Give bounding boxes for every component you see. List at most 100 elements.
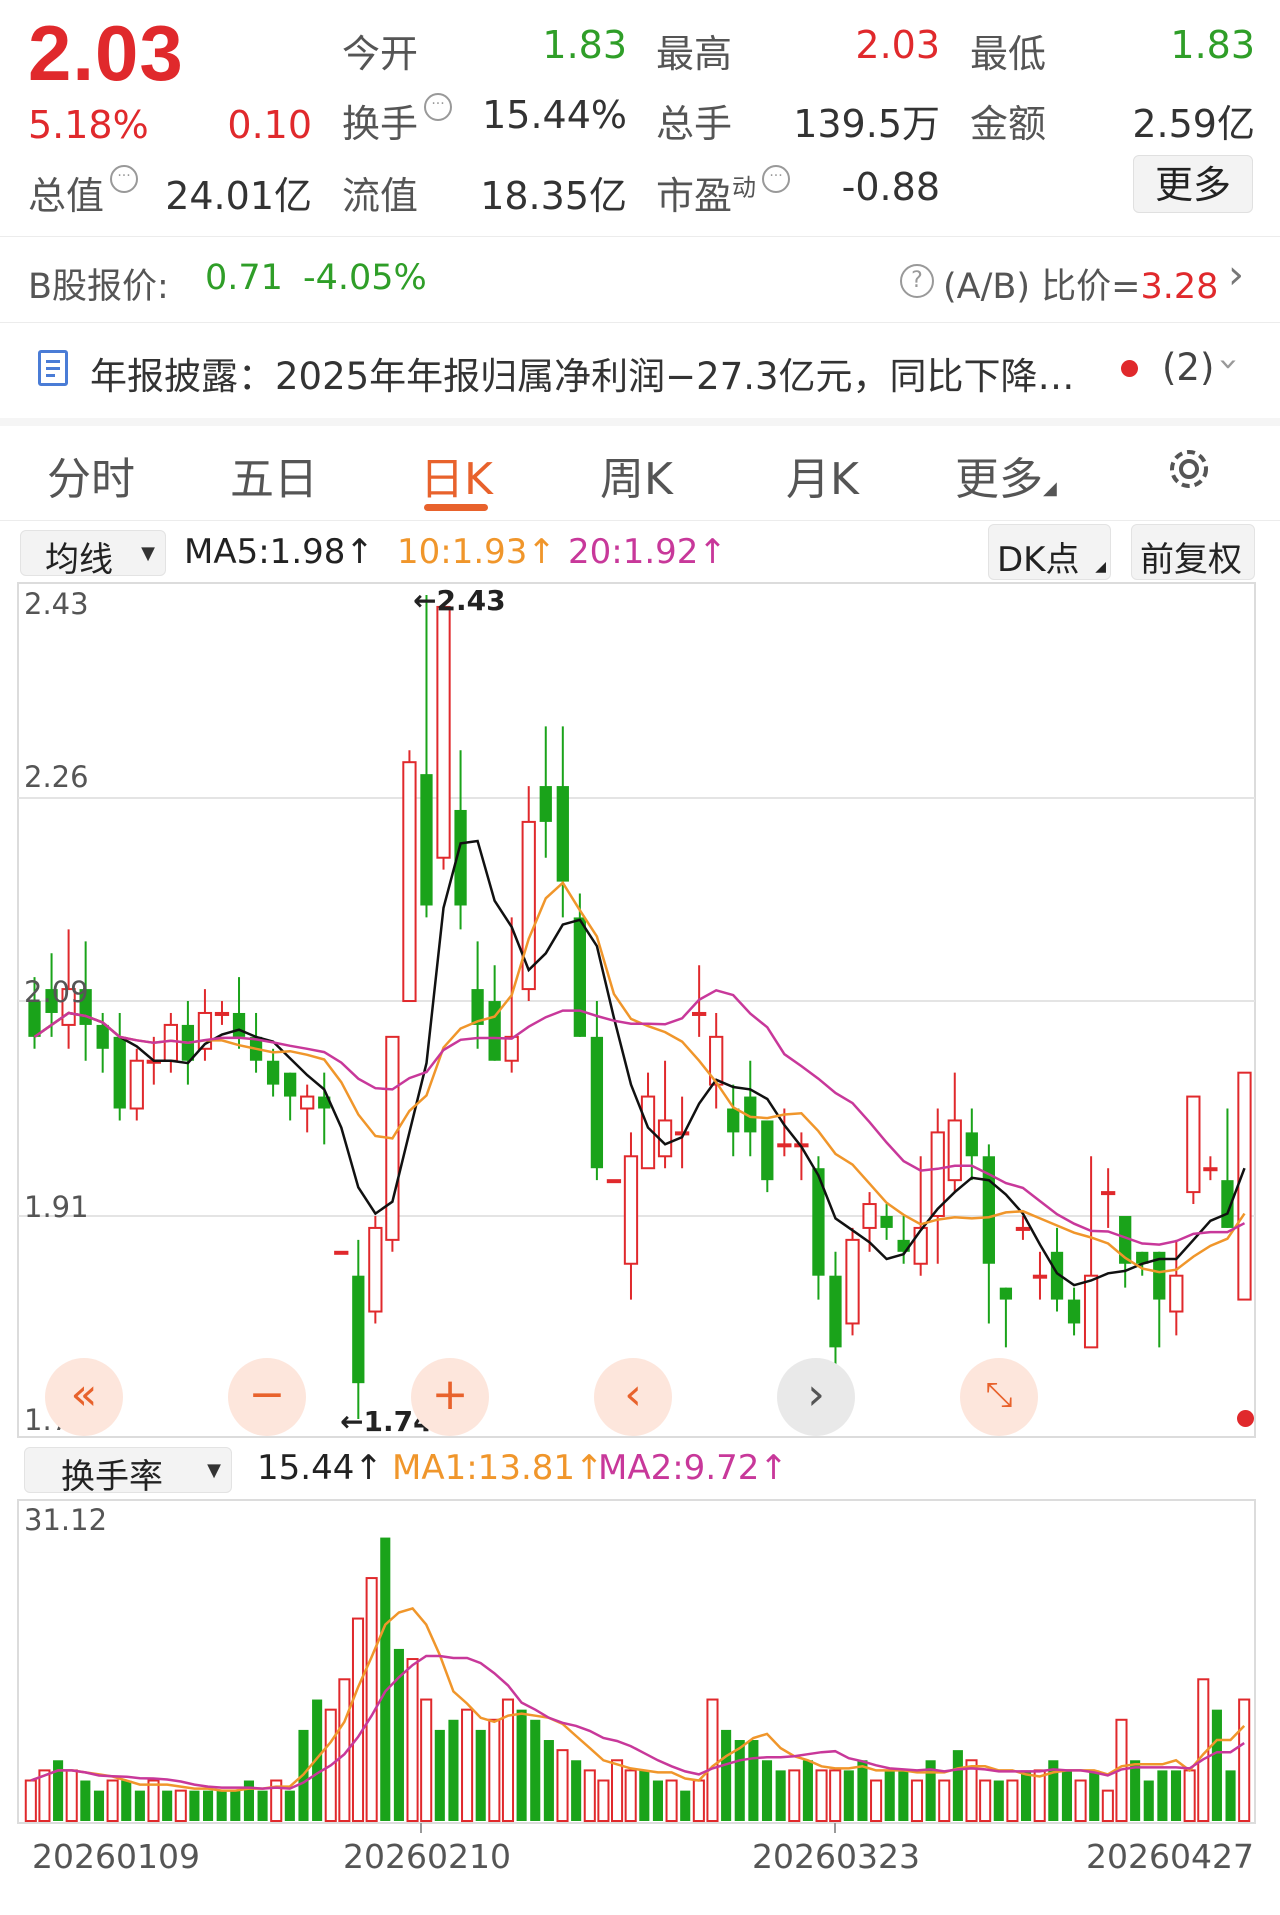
candle-body	[1186, 1095, 1201, 1194]
vol-ma1-line	[30, 1606, 1246, 1792]
candle-body	[368, 1226, 383, 1313]
volume-bar	[351, 1617, 365, 1823]
volume-bar	[597, 1779, 610, 1823]
candle-body	[1101, 1191, 1116, 1196]
candle-body	[999, 1287, 1013, 1300]
vol-ma2-value: MA2:9.72↑	[598, 1448, 788, 1488]
vol-ma1-value: MA1:13.81↑	[392, 1448, 604, 1488]
volume-bar	[788, 1769, 801, 1822]
candle-body	[539, 786, 552, 822]
volume-bar	[24, 1779, 37, 1823]
candle-body	[266, 1060, 280, 1085]
scroll-left-icon[interactable]: ‹	[594, 1358, 672, 1436]
volume-bar	[80, 1780, 91, 1821]
volume-bar	[1238, 1698, 1251, 1822]
volume-bar	[734, 1740, 745, 1821]
candle-body	[777, 1143, 792, 1148]
volume-bar	[829, 1769, 842, 1822]
volume-bar	[420, 1698, 433, 1822]
volume-bar	[761, 1760, 773, 1821]
volume-indicator-select[interactable]: 换手率 ▼	[24, 1447, 232, 1497]
volume-bar	[1170, 1770, 1182, 1821]
volume-bar	[1021, 1770, 1032, 1821]
max-annotation: ←2.43	[413, 584, 506, 617]
volume-bar	[257, 1790, 268, 1821]
candle-body	[947, 1119, 962, 1182]
volume-bar	[993, 1780, 1004, 1821]
volume-bar	[1061, 1770, 1072, 1821]
volume-bar	[121, 1780, 132, 1821]
turnover-rate-value: 15.44↑	[257, 1448, 383, 1488]
volume-bar	[611, 1759, 624, 1822]
x-tick-label: 20260210	[343, 1837, 511, 1876]
candle-body	[556, 786, 569, 882]
volume-bar	[775, 1770, 786, 1821]
volume-bar	[979, 1779, 992, 1823]
scroll-right-icon[interactable]: ›	[777, 1358, 855, 1436]
candle-body	[692, 1011, 707, 1016]
volume-bar	[556, 1749, 569, 1823]
volume-bar	[475, 1729, 486, 1821]
volume-bar	[543, 1740, 554, 1821]
volume-bar	[448, 1719, 459, 1821]
zoom-out-icon[interactable]: −	[228, 1358, 306, 1436]
volume-bar	[1101, 1789, 1114, 1822]
candle-body	[1083, 1274, 1099, 1349]
y-tick-label: 2.43	[24, 587, 89, 621]
candle-body	[214, 1011, 230, 1016]
volume-bar	[134, 1790, 145, 1821]
rewind-icon[interactable]: «	[45, 1358, 123, 1436]
volume-bar	[203, 1790, 214, 1821]
volume-bar	[1130, 1760, 1141, 1821]
volume-bar	[665, 1779, 678, 1823]
candle-body	[352, 1275, 365, 1384]
volume-bar	[1006, 1779, 1019, 1823]
volume-bar	[434, 1729, 445, 1821]
volume-bar	[1089, 1770, 1100, 1821]
volume-bar	[1225, 1770, 1236, 1821]
volume-bar	[815, 1769, 828, 1822]
y-tick-label: 2.09	[24, 975, 89, 1009]
candle-body	[965, 1132, 978, 1157]
volume-bar	[938, 1779, 951, 1823]
volume-bar	[147, 1779, 160, 1823]
kline-chart[interactable]	[0, 0, 1280, 1915]
volume-bar	[1211, 1709, 1222, 1821]
candle-body	[232, 1012, 246, 1037]
candle-body	[284, 1072, 297, 1097]
candle-body	[521, 820, 536, 991]
volume-bar	[843, 1770, 854, 1821]
zoom-in-icon[interactable]: +	[411, 1358, 489, 1436]
volume-bar	[571, 1760, 582, 1821]
volume-bar	[680, 1790, 691, 1821]
volume-bar	[652, 1780, 663, 1821]
volume-bar	[380, 1537, 391, 1821]
volume-bar	[898, 1770, 909, 1821]
candle-body	[1015, 1226, 1031, 1231]
candle-body	[402, 761, 417, 1003]
y-tick-label: 1.91	[24, 1190, 89, 1224]
fullscreen-icon[interactable]: ⤡	[960, 1358, 1038, 1436]
volume-bar	[721, 1729, 732, 1821]
candle-body	[436, 605, 451, 859]
candle-body	[573, 917, 586, 1037]
candle-body	[300, 1095, 315, 1110]
volume-bar	[216, 1790, 227, 1821]
volume-bar	[284, 1790, 295, 1821]
volume-bar	[1143, 1780, 1154, 1821]
candle-body	[1032, 1274, 1048, 1279]
volume-bar	[884, 1770, 895, 1821]
volume-bar	[1033, 1769, 1046, 1822]
volume-bar	[106, 1779, 119, 1823]
candle-body	[1203, 1167, 1218, 1172]
volume-bar	[748, 1740, 759, 1821]
volume-bar	[706, 1698, 719, 1822]
candle-body	[829, 1275, 842, 1348]
candle-body	[1067, 1299, 1081, 1324]
vol-y-tick-label: 31.12	[24, 1503, 108, 1537]
candle-body	[96, 1024, 109, 1049]
candle-body	[913, 1226, 928, 1265]
x-tick-label: 20260109	[32, 1837, 200, 1876]
candle-body	[1169, 1274, 1184, 1313]
candle-body	[1237, 1071, 1252, 1301]
